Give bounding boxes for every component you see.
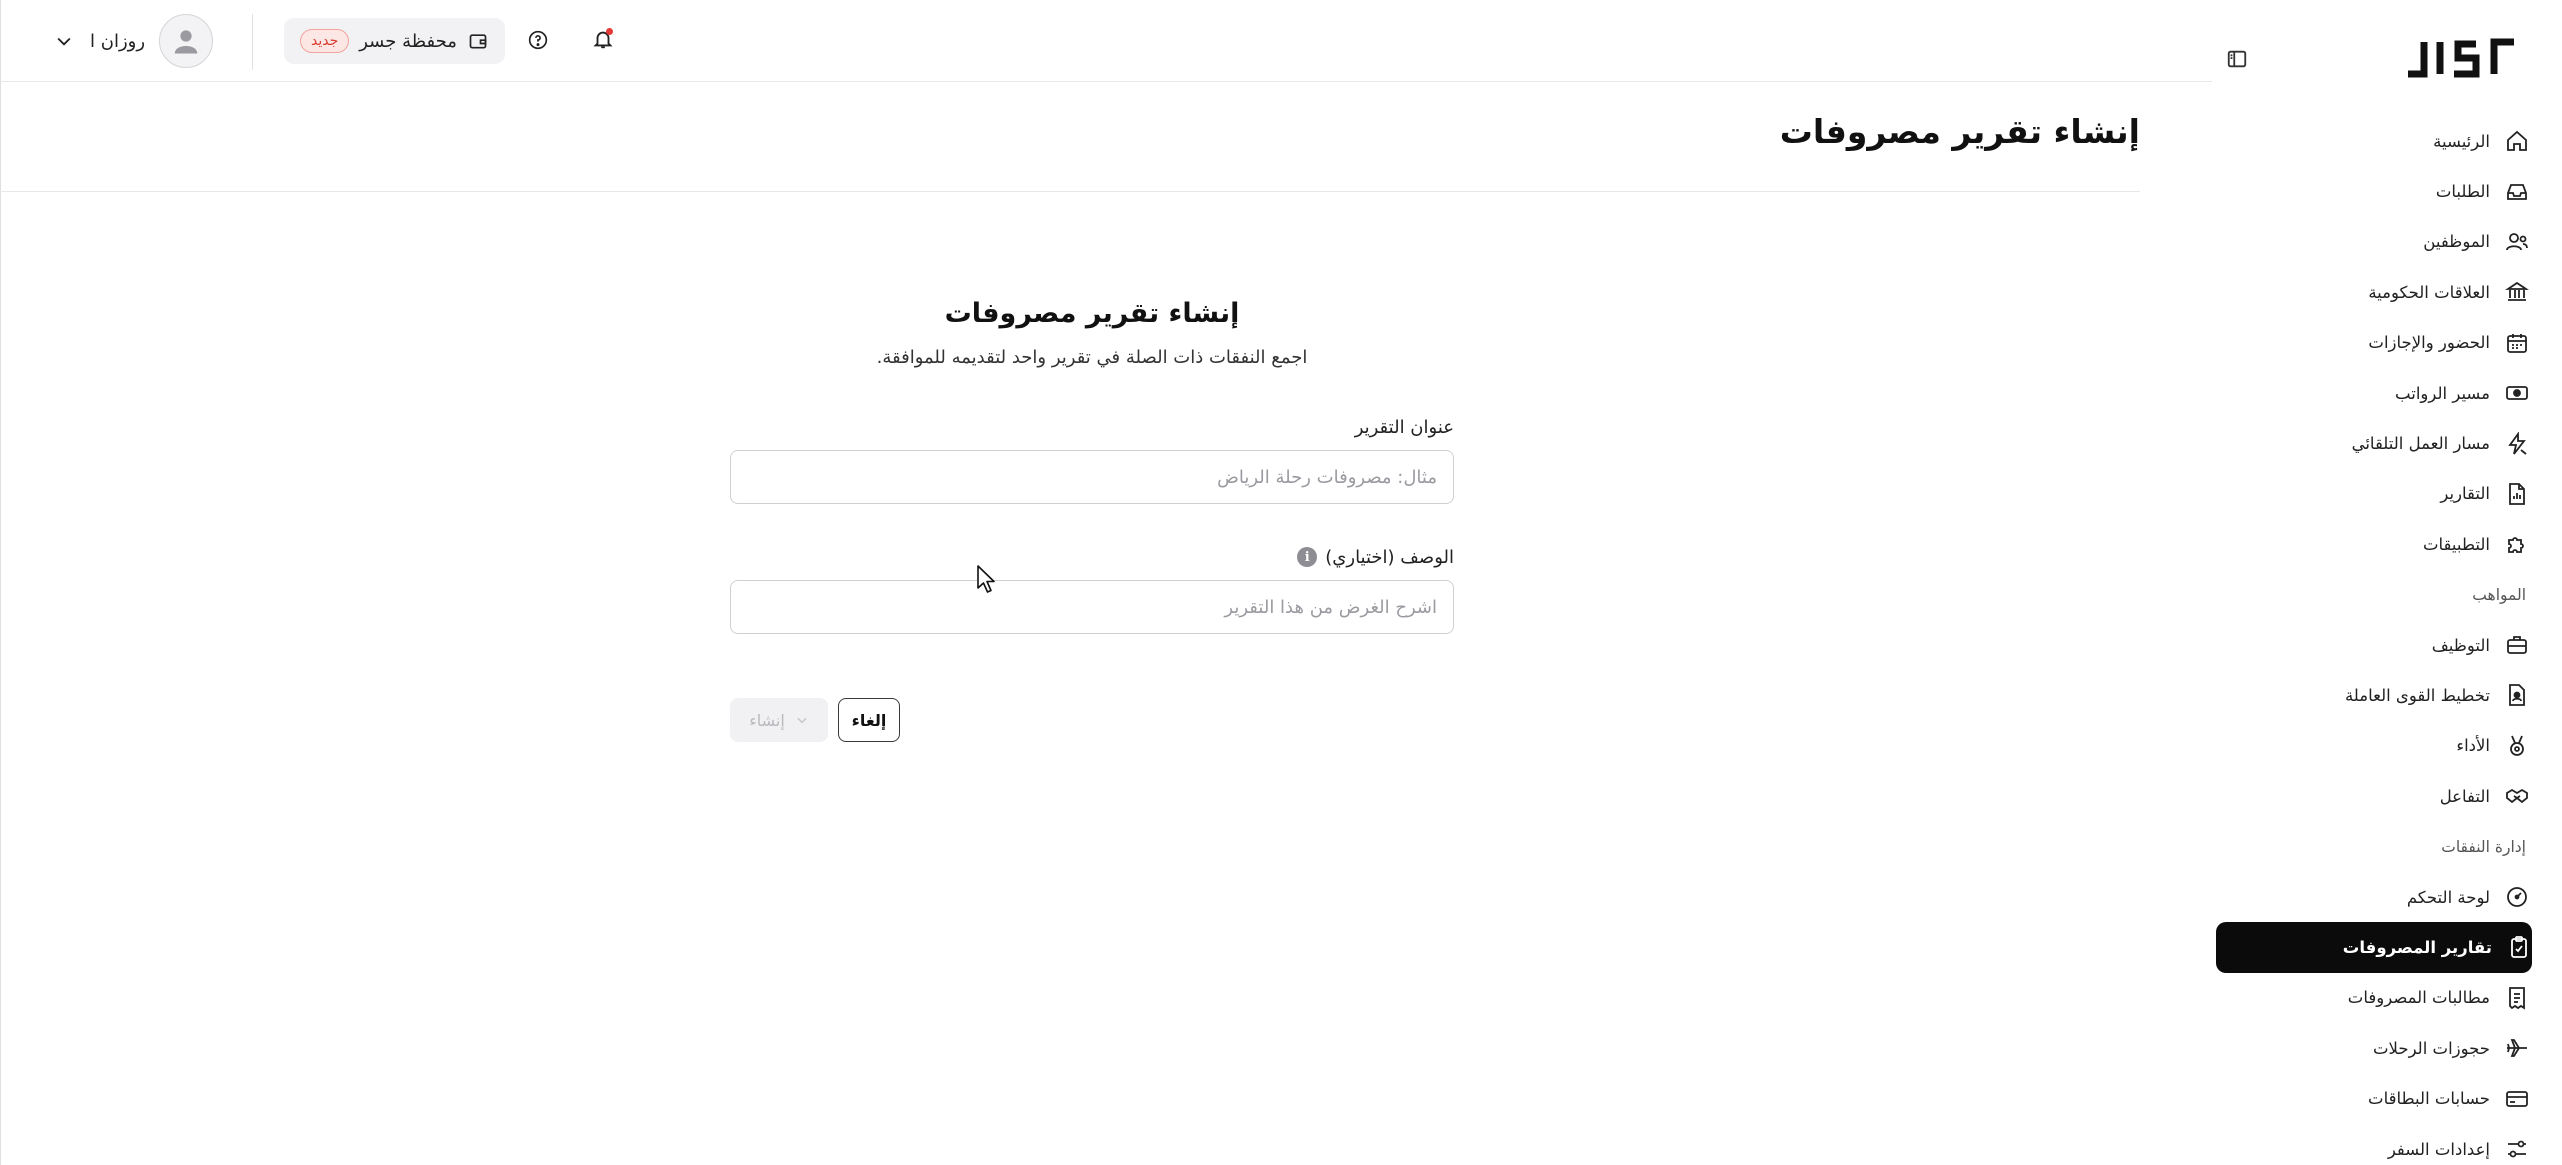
receipt-icon [2504, 985, 2530, 1011]
report-title-label: عنوان التقرير [730, 414, 1454, 440]
dashboard-icon [2504, 884, 2530, 910]
sidebar-item-label: مسار العمل التلقائي [2351, 434, 2490, 454]
top-bar: روزان ا جديد محفظة جسر [0, 0, 2212, 82]
form-title: إنشاء تقرير مصروفات [944, 298, 1240, 329]
clipboard-check-icon [2506, 934, 2532, 960]
user-name[interactable]: روزان ا [90, 31, 145, 52]
sidebar-nav: الرئيسية الطلبات الموظفين العلاقات الحكو… [2214, 116, 2532, 1165]
jisr-logo-icon [2408, 38, 2514, 78]
sidebar-item-expense-reports[interactable]: تقارير المصروفات [2216, 922, 2532, 973]
workforce-icon [2504, 682, 2530, 708]
sidebar-item-label: الحضور والإجازات [2368, 333, 2490, 353]
new-badge: جديد [300, 29, 350, 53]
wallet-button[interactable]: جديد محفظة جسر [284, 18, 505, 64]
sidebar-item-label: حسابات البطاقات [2368, 1089, 2490, 1109]
user-icon [174, 30, 198, 54]
sidebar-item-label: تقارير المصروفات [2342, 937, 2492, 957]
bank-icon [2504, 279, 2530, 305]
card-icon [2504, 1086, 2530, 1112]
sidebar-item-label: إعدادات السفر [2387, 1139, 2490, 1159]
report-title-field: عنوان التقرير [730, 414, 1454, 504]
inbox-icon [2504, 179, 2530, 205]
sidebar-item-performance[interactable]: الأداء [2214, 721, 2530, 771]
help-icon[interactable] [526, 28, 550, 52]
chevron-down-icon [797, 717, 807, 724]
calendar-icon [2504, 330, 2530, 356]
sidebar-item-recruitment[interactable]: التوظيف [2214, 620, 2530, 670]
sidebar-item-label: التفاعل [2439, 786, 2490, 806]
users-icon [2504, 229, 2530, 255]
sidebar-item-label: التقارير [2440, 484, 2490, 504]
sidebar-item-label: التوظيف [2431, 635, 2490, 655]
sidebar-item-engagement[interactable]: التفاعل [2214, 771, 2530, 821]
sidebar-item-label: الطلبات [2435, 182, 2490, 202]
user-menu[interactable]: روزان ا [52, 14, 214, 68]
description-label: الوصف (اختياري) i [730, 544, 1454, 570]
report-title-label-text: عنوان التقرير [1354, 416, 1454, 438]
sidebar-item-apps[interactable]: التطبيقات [2214, 519, 2530, 569]
description-field: الوصف (اختياري) i [730, 544, 1454, 634]
sidebar-item-card-accounts[interactable]: حسابات البطاقات [2214, 1073, 2530, 1123]
sidebar-item-reports[interactable]: التقارير [2214, 469, 2530, 519]
puzzle-icon [2504, 531, 2530, 557]
sidebar-item-employees[interactable]: الموظفين [2214, 217, 2530, 267]
briefcase-icon [2504, 632, 2530, 658]
sidebar-item-label: حجوزات الرحلات [2373, 1038, 2490, 1058]
sidebar-item-label: مسير الرواتب [2395, 383, 2490, 403]
sidebar-item-automation[interactable]: مسار العمل التلقائي [2214, 418, 2530, 468]
money-icon [2504, 380, 2530, 406]
form-actions: إنشاء إلغاء [730, 698, 1454, 742]
sidebar-item-payroll[interactable]: مسير الرواتب [2214, 368, 2530, 418]
sidebar-collapse-icon[interactable] [2222, 44, 2252, 74]
sidebar-item-expense-claims[interactable]: مطالبات المصروفات [2214, 973, 2530, 1023]
sidebar-item-requests[interactable]: الطلبات [2214, 166, 2530, 216]
sidebar-item-gov-relations[interactable]: العلاقات الحكومية [2214, 267, 2530, 317]
sidebar-item-dashboard[interactable]: لوحة التحكم [2214, 872, 2530, 922]
automation-icon [2504, 431, 2530, 457]
sidebar-section-expenses: إدارة النفقات [2441, 837, 2526, 856]
notification-dot [606, 28, 613, 35]
sidebar-item-label: لوحة التحكم [2406, 887, 2490, 907]
sidebar-item-label: الموظفين [2423, 232, 2490, 252]
medal-icon [2504, 733, 2530, 759]
description-label-text: الوصف (اختياري) [1325, 546, 1454, 568]
create-report-form: إنشاء تقرير مصروفات اجمع النفقات ذات الص… [730, 290, 1454, 742]
sidebar-item-trip-bookings[interactable]: حجوزات الرحلات [2214, 1023, 2530, 1073]
chevron-down-icon[interactable] [52, 29, 76, 53]
sidebar-item-label: التطبيقات [2423, 534, 2490, 554]
form-subtitle: اجمع النفقات ذات الصلة في تقرير واحد لتق… [876, 347, 1308, 368]
sidebar: الرئيسية الطلبات الموظفين العلاقات الحكو… [2212, 0, 2562, 1165]
mouse-cursor-icon [977, 565, 995, 593]
description-input[interactable] [730, 580, 1454, 634]
create-button[interactable]: إنشاء [730, 698, 828, 742]
sidebar-item-home[interactable]: الرئيسية [2214, 116, 2530, 166]
handshake-icon [2504, 783, 2530, 809]
create-button-label: إنشاء [749, 710, 785, 730]
info-icon[interactable]: i [1297, 547, 1318, 567]
wallet-icon [467, 30, 489, 52]
report-icon [2504, 481, 2530, 507]
sidebar-section-talent: المواهب [2472, 585, 2526, 604]
plane-icon [2504, 1035, 2530, 1061]
sidebar-item-label: تخطيط القوى العاملة [2344, 685, 2490, 705]
sidebar-item-label: مطالبات المصروفات [2347, 988, 2490, 1008]
notification-bell-icon[interactable] [590, 26, 616, 52]
sidebar-item-attendance[interactable]: الحضور والإجازات [2214, 318, 2530, 368]
wallet-label: محفظة جسر [359, 30, 457, 52]
home-icon [2504, 128, 2530, 154]
app-logo[interactable] [2402, 30, 2522, 86]
sidebar-item-travel-settings[interactable]: إعدادات السفر [2214, 1124, 2530, 1165]
sliders-icon [2504, 1136, 2530, 1162]
avatar[interactable] [159, 14, 214, 68]
sidebar-item-label: العلاقات الحكومية [2368, 282, 2490, 302]
page-header: إنشاء تقرير مصروفات [0, 82, 2140, 192]
page-title: إنشاء تقرير مصروفات [1779, 112, 2140, 151]
divider [252, 14, 253, 70]
sidebar-item-label: الأداء [2456, 736, 2490, 756]
cancel-button[interactable]: إلغاء [838, 698, 900, 742]
sidebar-item-workforce-planning[interactable]: تخطيط القوى العاملة [2214, 670, 2530, 720]
report-title-input[interactable] [730, 450, 1454, 504]
sidebar-item-label: الرئيسية [2433, 131, 2490, 151]
